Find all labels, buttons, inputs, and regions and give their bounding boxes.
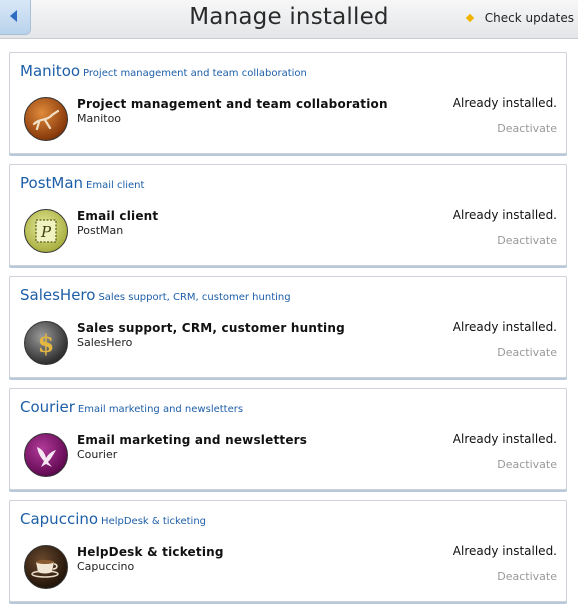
app-card-header: Capuccino HelpDesk & ticketing (20, 509, 206, 528)
app-description-name: PostMan (77, 224, 124, 237)
install-status: Already installed. (452, 320, 557, 334)
deactivate-button[interactable]: Deactivate (497, 122, 557, 135)
app-card-postman: PostMan Email client P Email client PostM… (9, 164, 567, 266)
app-description: Sales support, CRM, customer hunting Sal… (77, 321, 345, 349)
courier-dove-icon (24, 433, 68, 477)
app-name-link[interactable]: Manitoo (20, 62, 80, 80)
app-description: Email marketing and newsletters Courier (77, 433, 307, 461)
app-subtitle: Sales support, CRM, customer hunting (98, 292, 291, 303)
check-updates-link[interactable]: Check updates (465, 11, 574, 25)
manitoo-icon (24, 97, 68, 141)
app-card-saleshero: SalesHero Sales support, CRM, customer hu… (9, 276, 567, 378)
deactivate-button[interactable]: Deactivate (497, 234, 557, 247)
app-name-link[interactable]: Capuccino (20, 510, 98, 528)
installed-apps-list: Manitoo Project management and team colla… (9, 52, 567, 612)
app-subtitle: Email marketing and newsletters (77, 404, 244, 415)
saleshero-dollar-icon: $ (24, 321, 68, 365)
app-description: Email client PostMan (77, 209, 158, 237)
app-card-capuccino: Capuccino HelpDesk & ticketing HelpDesk &… (9, 500, 567, 602)
install-status: Already installed. (452, 96, 557, 110)
app-name-link[interactable]: PostMan (20, 174, 83, 192)
deactivate-button[interactable]: Deactivate (497, 346, 557, 359)
deactivate-button[interactable]: Deactivate (497, 458, 557, 471)
app-card-courier: Courier Email marketing and newsletters E… (9, 388, 567, 490)
app-name-link[interactable]: SalesHero (20, 286, 95, 304)
app-card-header: Manitoo Project management and team colla… (20, 61, 307, 80)
postman-stamp-icon: P (24, 209, 68, 253)
app-card-header: PostMan Email client (20, 173, 144, 192)
capuccino-cup-icon (24, 545, 68, 589)
app-name-link[interactable]: Courier (20, 398, 75, 416)
app-description: HelpDesk & ticketing Capuccino (77, 545, 224, 573)
app-card-header: SalesHero Sales support, CRM, customer hu… (20, 285, 291, 304)
top-bar: Manage installed Check updates (0, 0, 578, 39)
app-description-title: HelpDesk & ticketing (77, 545, 224, 559)
diamond-icon (465, 13, 474, 23)
deactivate-button[interactable]: Deactivate (497, 570, 557, 583)
app-subtitle: HelpDesk & ticketing (101, 516, 207, 527)
app-description-name: Manitoo (77, 112, 122, 125)
install-status: Already installed. (452, 432, 557, 446)
app-description-name: Courier (77, 448, 118, 461)
check-updates-label: Check updates (484, 11, 574, 25)
app-description-title: Sales support, CRM, customer hunting (77, 321, 345, 335)
app-description-name: Capuccino (77, 560, 135, 573)
svg-text:P: P (40, 223, 52, 241)
app-subtitle: Project management and team collaboratio… (83, 68, 307, 79)
app-description-title: Email client (77, 209, 159, 223)
app-subtitle: Email client (86, 180, 145, 191)
app-description-title: Project management and team collaboratio… (77, 97, 388, 111)
app-card-manitoo: Manitoo Project management and team colla… (9, 52, 567, 154)
app-card-header: Courier Email marketing and newsletters (20, 397, 243, 416)
app-description: Project management and team collaboratio… (77, 97, 388, 125)
app-description-name: SalesHero (77, 336, 133, 349)
svg-text:$: $ (38, 329, 55, 358)
install-status: Already installed. (452, 208, 557, 222)
app-description-title: Email marketing and newsletters (77, 433, 308, 447)
install-status: Already installed. (452, 544, 557, 558)
